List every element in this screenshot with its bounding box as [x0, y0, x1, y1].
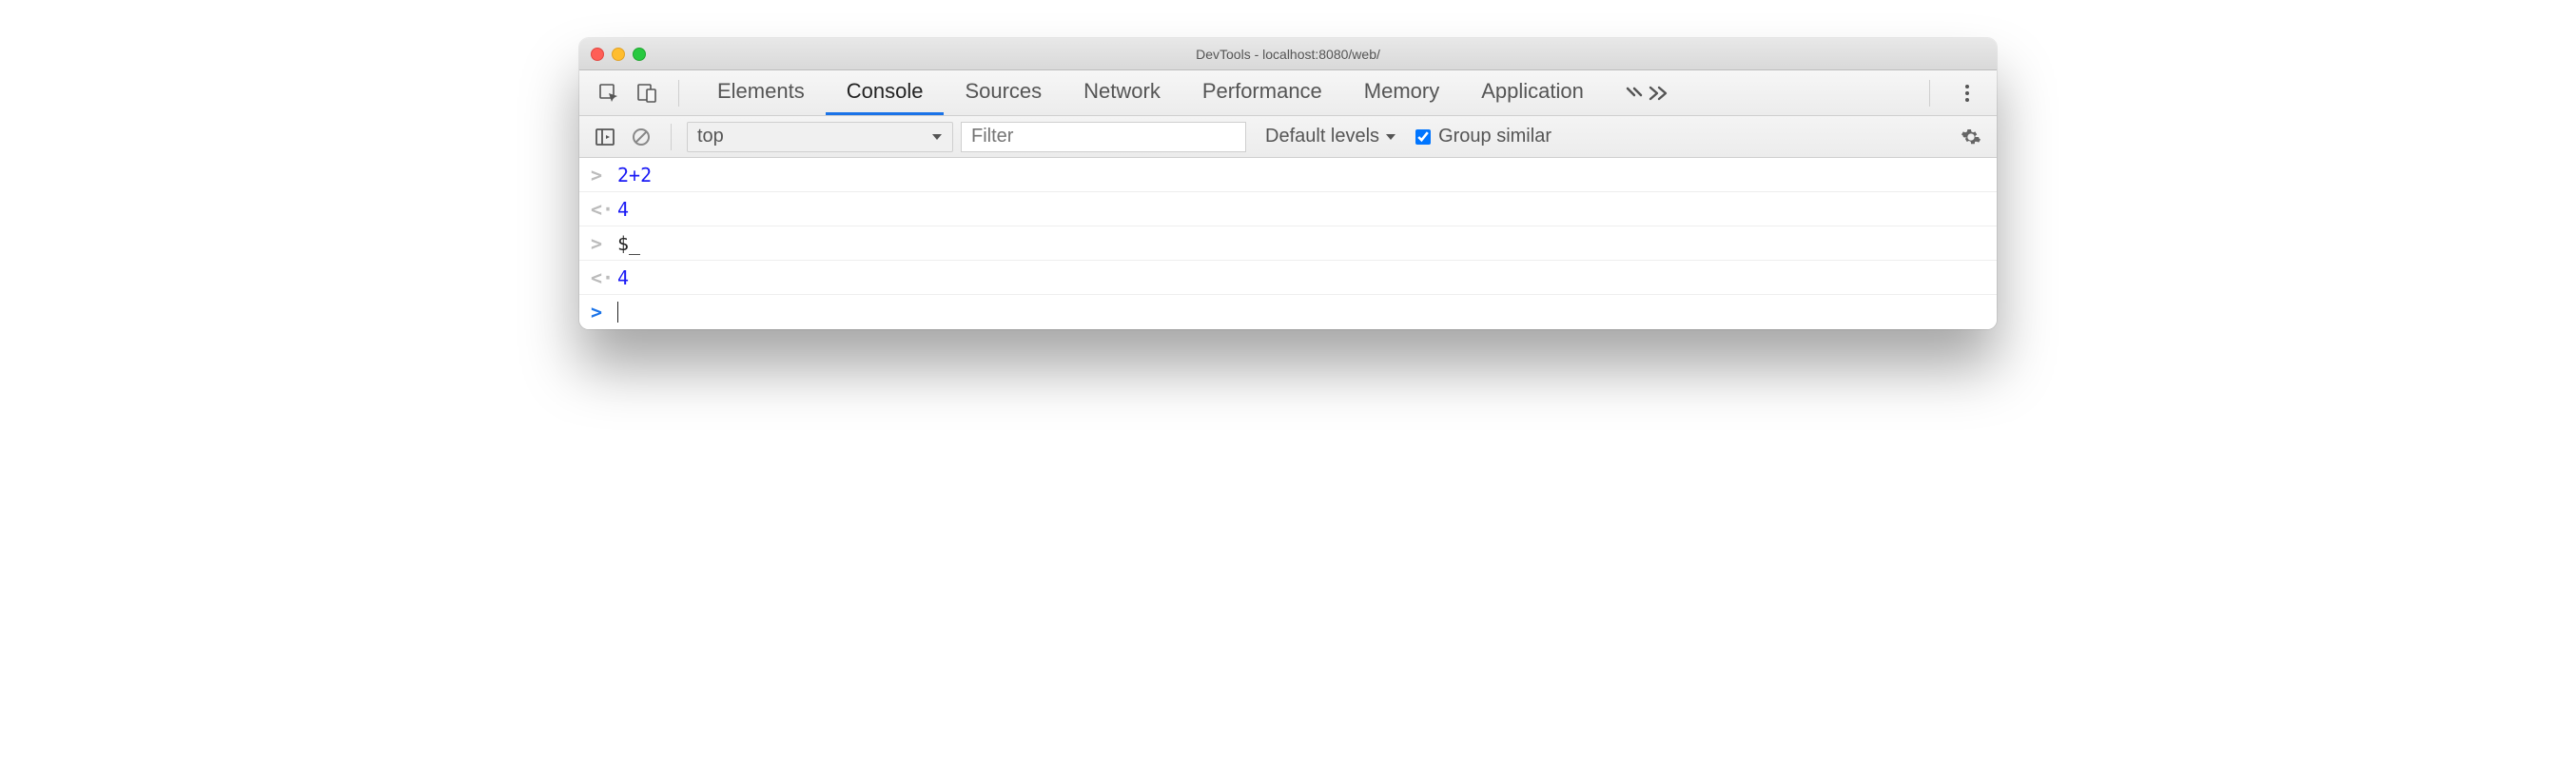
maximize-window-button[interactable] [633, 48, 646, 61]
text-cursor [617, 302, 618, 323]
divider [671, 124, 672, 150]
execution-context-selector[interactable]: top [687, 122, 953, 152]
devtools-window: DevTools - localhost:8080/web/ Elements … [579, 38, 1997, 329]
console-output[interactable]: > 2+2 <· 4 > $_ <· 4 > [579, 158, 1997, 329]
console-output-row: <· 4 [579, 261, 1997, 295]
log-level-selector[interactable]: Default levels [1265, 126, 1396, 147]
tab-performance[interactable]: Performance [1181, 70, 1343, 115]
tab-label: Sources [965, 79, 1042, 104]
tab-network[interactable]: Network [1063, 70, 1181, 115]
divider [1929, 80, 1930, 107]
output-marker-icon: <· [591, 266, 604, 289]
levels-label: Default levels [1265, 126, 1379, 147]
console-toolbar: top Default levels Group similar [579, 116, 1997, 158]
divider [678, 80, 679, 107]
tab-label: Performance [1202, 79, 1322, 104]
minimize-window-button[interactable] [612, 48, 625, 61]
context-label: top [697, 126, 724, 147]
clear-console-icon[interactable] [627, 123, 655, 151]
tab-console[interactable]: Console [826, 70, 945, 115]
console-output-text: 4 [617, 198, 629, 221]
tab-label: Network [1083, 79, 1161, 104]
tab-label: Elements [717, 79, 805, 104]
tab-label: Application [1481, 79, 1584, 104]
inspect-element-icon[interactable] [595, 79, 623, 108]
console-input-text: 2+2 [617, 164, 652, 186]
more-options-icon[interactable] [1953, 79, 1981, 108]
toggle-console-sidebar-icon[interactable] [591, 123, 619, 151]
devtools-tabbar: Elements Console Sources Network Perform… [579, 70, 1997, 116]
input-marker-icon: > [591, 164, 604, 186]
window-titlebar: DevTools - localhost:8080/web/ [579, 38, 1997, 70]
tab-label: Memory [1364, 79, 1439, 104]
console-input-text: $_ [617, 232, 640, 255]
console-input-row: > $_ [579, 226, 1997, 261]
prompt-marker-icon: > [591, 301, 604, 324]
console-settings-icon[interactable] [1957, 123, 1985, 151]
console-output-row: <· 4 [579, 192, 1997, 226]
tab-memory[interactable]: Memory [1343, 70, 1460, 115]
close-window-button[interactable] [591, 48, 604, 61]
tab-application[interactable]: Application [1460, 70, 1605, 115]
traffic-lights [591, 48, 646, 61]
group-similar-checkbox[interactable]: Group similar [1415, 126, 1551, 147]
group-similar-input[interactable] [1415, 129, 1431, 145]
group-similar-label: Group similar [1438, 126, 1551, 147]
chevron-down-icon [1385, 131, 1396, 143]
filter-input[interactable] [961, 122, 1246, 152]
panel-tabs: Elements Console Sources Network Perform… [696, 70, 1605, 115]
tab-elements[interactable]: Elements [696, 70, 826, 115]
console-prompt-row[interactable]: > [579, 295, 1997, 329]
input-marker-icon: > [591, 232, 604, 255]
chevron-down-icon [931, 131, 943, 143]
window-title: DevTools - localhost:8080/web/ [579, 47, 1997, 62]
output-marker-icon: <· [591, 198, 604, 221]
tab-sources[interactable]: Sources [944, 70, 1063, 115]
chevrons-right-icon[interactable] [1645, 79, 1673, 108]
tab-label: Console [847, 79, 924, 104]
toggle-device-toolbar-icon[interactable] [633, 79, 661, 108]
console-output-text: 4 [617, 266, 629, 289]
console-input-row: > 2+2 [579, 158, 1997, 192]
